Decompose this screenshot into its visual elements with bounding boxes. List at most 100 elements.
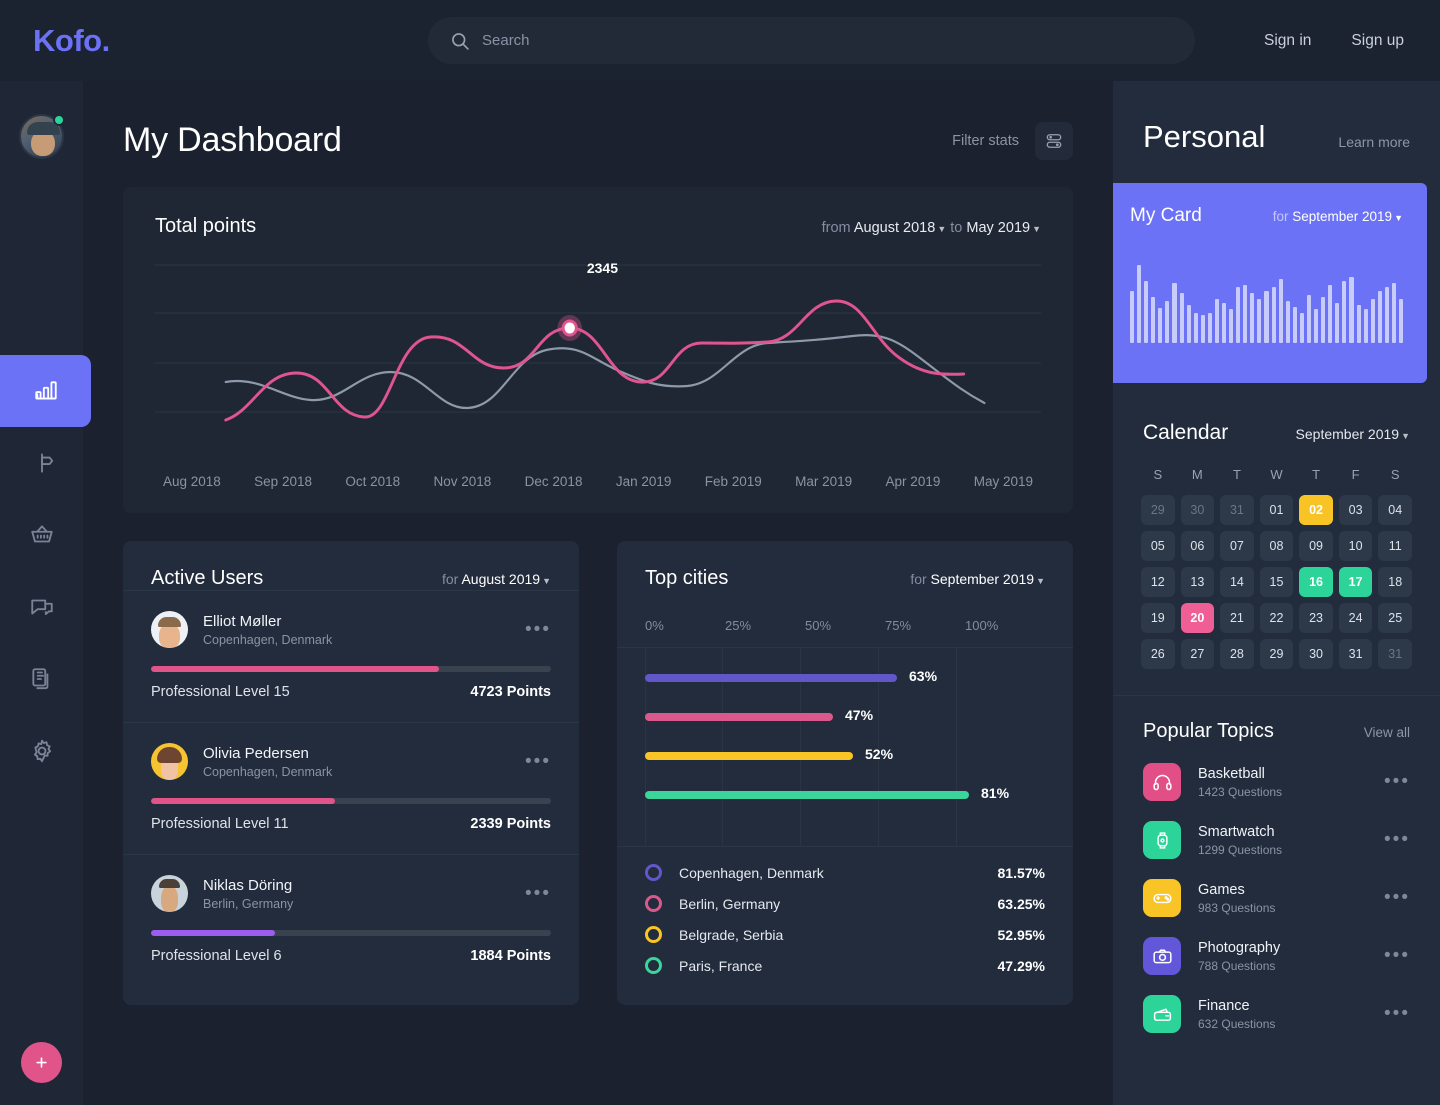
chevron-down-icon[interactable]: ▼ xyxy=(937,224,946,234)
chevron-down-icon[interactable]: ▼ xyxy=(1394,213,1403,223)
sidebar-item-analytics[interactable] xyxy=(0,355,91,427)
calendar-day[interactable]: 21 xyxy=(1220,603,1254,633)
calendar-month-selector[interactable]: September 2019 ▼ xyxy=(1296,426,1410,442)
calendar-day[interactable]: 19 xyxy=(1141,603,1175,633)
range-from-value[interactable]: August 2018 xyxy=(854,220,935,236)
ellipsis-icon[interactable]: ••• xyxy=(1384,888,1410,907)
list-item[interactable]: Berlin, Germany 63.25% xyxy=(645,888,1045,919)
calendar-day[interactable]: 03 xyxy=(1338,495,1373,525)
calendar-day[interactable]: 10 xyxy=(1338,531,1373,561)
calendar-day[interactable]: 13 xyxy=(1180,567,1215,597)
calendar-day[interactable]: 09 xyxy=(1299,531,1333,561)
range-to-value[interactable]: May 2019 xyxy=(966,220,1030,236)
calendar-day[interactable]: 16 xyxy=(1299,567,1333,597)
calendar-day[interactable]: 29 xyxy=(1259,639,1294,669)
sparkline-bar xyxy=(1335,303,1340,343)
ellipsis-icon[interactable]: ••• xyxy=(1384,830,1410,849)
calendar-day[interactable]: 22 xyxy=(1259,603,1294,633)
calendar-day[interactable]: 20 xyxy=(1180,603,1215,633)
series-points-line xyxy=(224,299,966,422)
sparkline-bar xyxy=(1306,295,1312,343)
table-row[interactable]: Niklas Döring Berlin, Germany ••• Profes… xyxy=(123,854,579,986)
sidebar-item-documents[interactable] xyxy=(0,643,83,715)
gear-icon xyxy=(33,739,51,763)
list-item[interactable]: Basketball 1423 Questions ••• xyxy=(1113,753,1440,811)
list-item[interactable]: Games 983 Questions ••• xyxy=(1113,869,1440,927)
sparkline-bar xyxy=(1342,281,1347,343)
calendar-day[interactable]: 17 xyxy=(1338,567,1373,597)
brand-logo[interactable]: Kofo. xyxy=(33,23,110,59)
list-item[interactable]: Photography 788 Questions ••• xyxy=(1113,927,1440,985)
view-all-link[interactable]: View all xyxy=(1364,725,1410,740)
ellipsis-icon[interactable]: ••• xyxy=(525,752,551,771)
calendar-day[interactable]: 08 xyxy=(1259,531,1294,561)
topic-count: 788 Questions xyxy=(1198,958,1276,973)
calendar-day[interactable]: 30 xyxy=(1299,639,1333,669)
ellipsis-icon[interactable]: ••• xyxy=(1384,1004,1410,1023)
calendar-day[interactable]: 25 xyxy=(1378,603,1412,633)
sidebar-item-basket[interactable] xyxy=(0,499,83,571)
list-item[interactable]: Belgrade, Serbia 52.95% xyxy=(645,919,1045,950)
user-avatar[interactable] xyxy=(19,114,65,159)
calendar-day[interactable]: 01 xyxy=(1259,495,1294,525)
calendar-day[interactable]: 30 xyxy=(1180,495,1215,525)
sidebar-item-messages[interactable] xyxy=(0,571,83,643)
sidebar-item-settings[interactable] xyxy=(0,715,83,787)
calendar-day[interactable]: 06 xyxy=(1180,531,1215,561)
chevron-down-icon[interactable]: ▼ xyxy=(542,576,551,586)
calendar-day[interactable]: 23 xyxy=(1299,603,1333,633)
ellipsis-icon[interactable]: ••• xyxy=(1384,772,1410,791)
table-row[interactable]: Olivia Pedersen Copenhagen, Denmark ••• … xyxy=(123,722,579,854)
ellipsis-icon[interactable]: ••• xyxy=(1384,946,1410,965)
calendar-day[interactable]: 27 xyxy=(1180,639,1215,669)
add-button[interactable] xyxy=(21,1042,62,1083)
ellipsis-icon[interactable]: ••• xyxy=(525,884,551,903)
active-users-period[interactable]: for August 2019 ▼ xyxy=(442,571,551,587)
calendar-month-value[interactable]: September 2019 xyxy=(1296,426,1400,442)
learn-more-link[interactable]: Learn more xyxy=(1338,134,1410,150)
calendar-day[interactable]: 29 xyxy=(1141,495,1175,525)
calendar-day[interactable]: 05 xyxy=(1141,531,1175,561)
my-card-period[interactable]: for September 2019 ▼ xyxy=(1273,209,1403,224)
chevron-down-icon[interactable]: ▼ xyxy=(1036,576,1045,586)
list-item[interactable]: Copenhagen, Denmark 81.57% xyxy=(645,857,1045,888)
search-bar[interactable] xyxy=(428,17,1195,64)
calendar-day[interactable]: 18 xyxy=(1378,567,1412,597)
calendar-day[interactable]: 15 xyxy=(1259,567,1294,597)
period-value[interactable]: August 2019 xyxy=(461,571,540,587)
total-points-card: Total points from August 2018 ▼ to May 20… xyxy=(123,187,1073,513)
chevron-down-icon[interactable]: ▼ xyxy=(1032,224,1041,234)
x-label: Aug 2018 xyxy=(163,474,221,489)
user-header: Olivia Pedersen Copenhagen, Denmark ••• xyxy=(151,743,551,780)
sign-in-link[interactable]: Sign in xyxy=(1264,32,1311,50)
calendar-day[interactable]: 14 xyxy=(1220,567,1254,597)
list-item[interactable]: Finance 632 Questions ••• xyxy=(1113,985,1440,1043)
list-item[interactable]: Smartwatch 1299 Questions ••• xyxy=(1113,811,1440,869)
calendar-day[interactable]: 02 xyxy=(1299,495,1333,525)
calendar-day[interactable]: 31 xyxy=(1220,495,1254,525)
calendar-day[interactable]: 28 xyxy=(1220,639,1254,669)
search-input[interactable] xyxy=(482,32,1082,49)
period-value[interactable]: September 2019 xyxy=(931,571,1035,587)
chevron-down-icon[interactable]: ▼ xyxy=(1401,431,1410,441)
topic-icon xyxy=(1143,821,1181,859)
calendar-day[interactable]: 31 xyxy=(1378,639,1412,669)
calendar-day[interactable]: 04 xyxy=(1378,495,1412,525)
user-meta: Elliot Møller Copenhagen, Denmark xyxy=(203,613,525,647)
calendar-day[interactable]: 24 xyxy=(1338,603,1373,633)
table-row[interactable]: Elliot Møller Copenhagen, Denmark ••• Pr… xyxy=(123,590,579,722)
auth-links: Sign in Sign up xyxy=(1264,32,1404,50)
sparkline-bar xyxy=(1292,307,1297,343)
period-value[interactable]: September 2019 xyxy=(1292,209,1392,224)
calendar-day[interactable]: 12 xyxy=(1141,567,1175,597)
sign-up-link[interactable]: Sign up xyxy=(1351,32,1404,50)
top-cities-period[interactable]: for September 2019 ▼ xyxy=(910,571,1045,587)
ellipsis-icon[interactable]: ••• xyxy=(525,620,551,639)
list-item[interactable]: Paris, France 47.29% xyxy=(645,950,1045,981)
calendar-day[interactable]: 26 xyxy=(1141,639,1175,669)
filter-stats-button[interactable] xyxy=(1035,121,1073,160)
calendar-day[interactable]: 31 xyxy=(1338,639,1373,669)
sidebar-item-signpost[interactable] xyxy=(0,427,83,499)
calendar-day[interactable]: 07 xyxy=(1220,531,1254,561)
calendar-day[interactable]: 11 xyxy=(1378,531,1412,561)
